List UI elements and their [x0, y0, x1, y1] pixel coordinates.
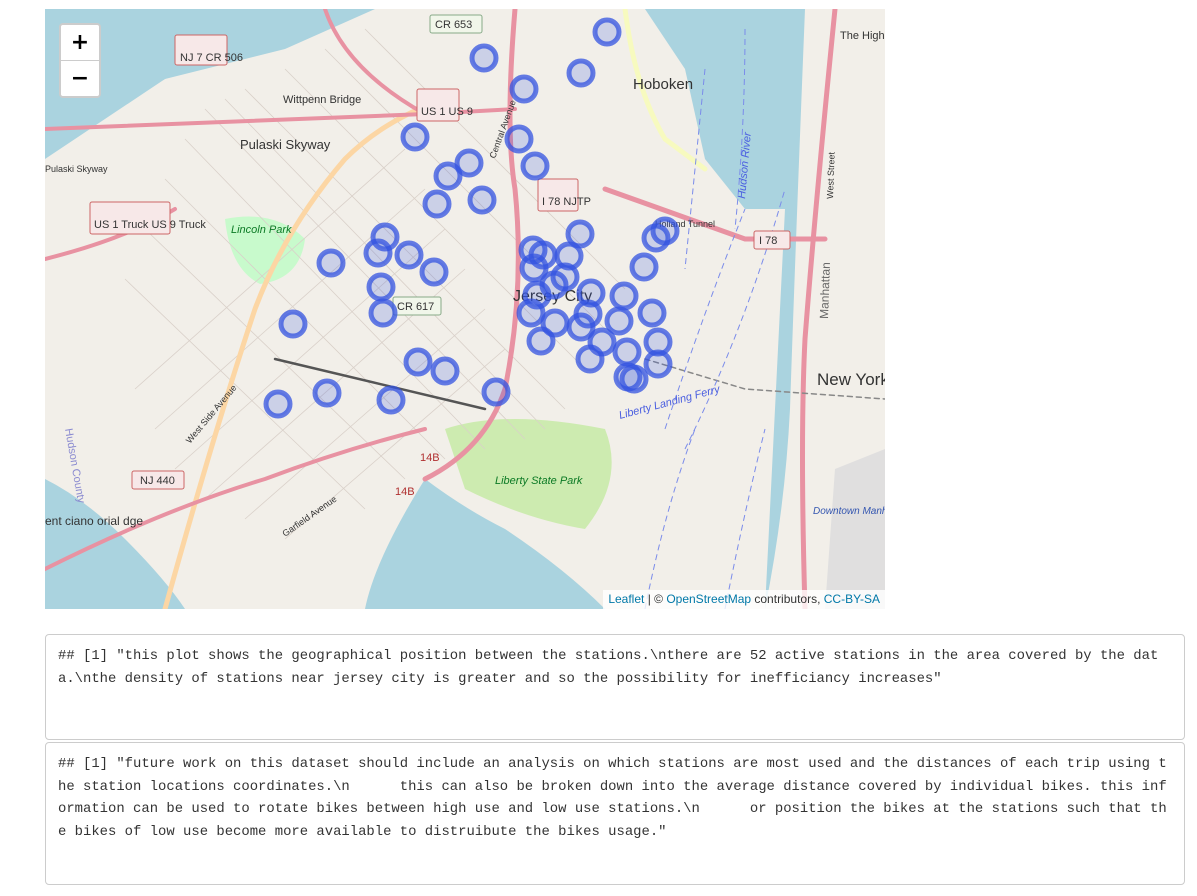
label-manhattan: Manhattan [817, 262, 833, 319]
station-marker[interactable] [566, 58, 596, 88]
station-marker[interactable] [481, 377, 511, 407]
console-output-1: ## [1] "this plot shows the geographical… [45, 634, 1185, 740]
station-marker[interactable] [526, 326, 556, 356]
svg-text:14B: 14B [395, 486, 415, 498]
station-marker[interactable] [609, 281, 639, 311]
zoom-control: + − [59, 23, 101, 98]
station-marker[interactable] [430, 356, 460, 386]
station-marker[interactable] [433, 161, 463, 191]
station-marker[interactable] [403, 347, 433, 377]
station-marker[interactable] [419, 257, 449, 287]
label-edge-text: ent ciano orial dge [45, 514, 143, 528]
station-marker[interactable] [278, 309, 308, 339]
label-hoboken: Hoboken [633, 76, 693, 93]
license-link[interactable]: CC-BY-SA [824, 592, 880, 606]
svg-text:I 78 NJTP: I 78 NJTP [542, 196, 591, 208]
station-marker[interactable] [368, 298, 398, 328]
station-marker[interactable] [469, 43, 499, 73]
station-marker[interactable] [400, 122, 430, 152]
svg-text:NJ 7 CR 506: NJ 7 CR 506 [180, 52, 243, 64]
label-pulaski-skyway: Pulaski Skyway [240, 137, 331, 152]
station-marker[interactable] [312, 378, 342, 408]
shield-nj440: NJ 440 [131, 470, 185, 490]
station-marker[interactable] [650, 216, 680, 246]
shield-i78: I 78 [753, 230, 791, 250]
attribution-contributors: contributors, [751, 592, 824, 606]
svg-text:CR 653: CR 653 [435, 19, 472, 31]
station-marker[interactable] [366, 272, 396, 302]
svg-text:US 1 Truck US 9 Truck: US 1 Truck US 9 Truck [94, 219, 206, 231]
label-west-street: West Street [825, 151, 837, 199]
svg-text:US 1 US 9: US 1 US 9 [421, 106, 473, 118]
station-marker[interactable] [509, 74, 539, 104]
station-marker[interactable] [363, 238, 393, 268]
station-map[interactable]: Hoboken Jersey City New York Lincoln Par… [45, 9, 885, 609]
map-attribution: Leaflet | © OpenStreetMap contributors, … [603, 590, 885, 609]
station-marker[interactable] [643, 349, 673, 379]
station-marker[interactable] [612, 337, 642, 367]
shield-14b-a: 14B [420, 452, 440, 464]
label-lincoln-park: Lincoln Park [231, 224, 292, 236]
basemap-tiles: Hoboken Jersey City New York Lincoln Par… [45, 9, 885, 609]
label-hudson-river: Hudson River [736, 130, 754, 199]
station-marker[interactable] [316, 248, 346, 278]
svg-text:14B: 14B [420, 452, 440, 464]
svg-text:NJ 440: NJ 440 [140, 475, 175, 487]
shield-14b-b: 14B [395, 486, 415, 498]
station-marker[interactable] [376, 385, 406, 415]
station-marker[interactable] [637, 298, 667, 328]
station-marker[interactable] [629, 252, 659, 282]
label-wittpenn-bridge: Wittpenn Bridge [283, 94, 361, 106]
station-marker[interactable] [263, 389, 293, 419]
attribution-separator: | © [644, 592, 667, 606]
station-marker[interactable] [467, 185, 497, 215]
station-marker[interactable] [604, 306, 634, 336]
station-marker[interactable] [619, 364, 649, 394]
svg-text:CR 617: CR 617 [397, 301, 434, 313]
station-marker[interactable] [575, 344, 605, 374]
station-marker[interactable] [592, 17, 622, 47]
station-marker[interactable] [520, 151, 550, 181]
shield-cr653: CR 653 [429, 14, 483, 34]
svg-text:I 78: I 78 [759, 235, 777, 247]
label-downtown-heliport: Downtown Manhattan Heliport [813, 506, 885, 517]
label-pulaski-skyway-road: Pulaski Skyway [45, 164, 108, 174]
station-marker[interactable] [422, 189, 452, 219]
zoom-out-button[interactable]: − [61, 60, 99, 96]
console-output-2: ## [1] "future work on this dataset shou… [45, 742, 1185, 885]
openstreetmap-link[interactable]: OpenStreetMap [666, 592, 751, 606]
station-marker[interactable] [516, 298, 546, 328]
label-liberty-state-park: Liberty State Park [495, 475, 583, 487]
station-marker[interactable] [504, 124, 534, 154]
shield-nj7: NJ 7 CR 506 [174, 34, 243, 66]
shield-cr617: CR 617 [392, 296, 442, 316]
label-new-york: New York [817, 370, 885, 389]
leaflet-link[interactable]: Leaflet [608, 592, 644, 606]
label-the-high-line: The High Line [840, 30, 885, 42]
zoom-in-button[interactable]: + [61, 25, 99, 60]
station-marker[interactable] [394, 240, 424, 270]
